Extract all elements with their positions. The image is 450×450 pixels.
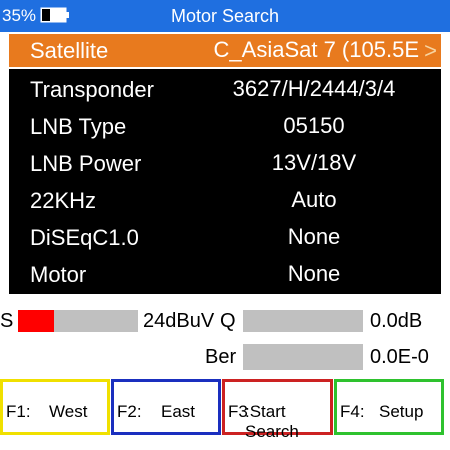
settings-menu: Satellite C_AsiaSat 7 (105.5E > Transpon… xyxy=(9,32,441,294)
ber-label: Ber xyxy=(205,346,237,368)
row-value: Auto xyxy=(291,187,337,212)
menu-row-satellite[interactable]: Satellite C_AsiaSat 7 (105.5E > xyxy=(9,32,441,69)
fkey-label: :Start Search xyxy=(245,402,299,441)
fkey-label: West xyxy=(49,402,88,421)
signal-strength-fill xyxy=(18,310,54,332)
row-value: None xyxy=(287,261,341,286)
signal-quality-value: 0.0dB xyxy=(370,310,423,332)
row-value: None xyxy=(287,224,341,249)
signal-quality-label: Q xyxy=(220,310,236,332)
row-value: 3627/H/2444/3/4 xyxy=(232,76,396,101)
signal-strength-label: S xyxy=(0,310,14,332)
menu-row-lnb-type[interactable]: LNB Type 05150 xyxy=(9,108,441,145)
chevron-right-icon[interactable]: > xyxy=(424,38,437,64)
signal-quality-bar xyxy=(243,310,363,332)
signal-panel: S 24dBuV Q 0.0dB Ber 0.0E-0 xyxy=(0,300,450,380)
fkey-number: F1: xyxy=(6,402,31,421)
fkey-number: F2: xyxy=(117,402,142,421)
row-label: DiSEqC1.0 xyxy=(30,225,139,250)
f4-setup-button[interactable]: F4: Setup xyxy=(334,379,444,435)
fkey-label: Setup xyxy=(379,402,424,421)
signal-strength-bar xyxy=(18,310,138,332)
row-label: LNB Type xyxy=(30,114,127,139)
menu-row-diseqc[interactable]: DiSEqC1.0 None xyxy=(9,219,441,256)
fkey-number: F4: xyxy=(340,402,365,421)
title-bar: 35% Motor Search xyxy=(0,0,450,32)
fkey-label: East xyxy=(161,402,196,421)
ber-value: 0.0E-0 xyxy=(370,346,429,368)
function-keys: F1: West F2: East F3 :Start Search F4: S… xyxy=(0,379,450,441)
menu-row-transponder[interactable]: Transponder 3627/H/2444/3/4 xyxy=(9,71,441,108)
f1-west-button[interactable]: F1: West xyxy=(0,379,110,435)
row-value: 13V/18V xyxy=(271,150,357,175)
menu-row-22khz[interactable]: 22KHz Auto xyxy=(9,182,441,219)
row-label: Motor xyxy=(30,262,87,287)
ber-bar xyxy=(243,344,363,370)
page-title: Motor Search xyxy=(170,6,280,26)
row-value: C_AsiaSat 7 (105.5E xyxy=(213,37,419,62)
row-value: 05150 xyxy=(283,113,345,138)
row-label: 22KHz xyxy=(30,188,97,213)
f2-east-button[interactable]: F2: East xyxy=(111,379,221,435)
row-label: Satellite xyxy=(30,38,109,63)
row-label: LNB Power xyxy=(30,151,142,176)
signal-strength-value: 24dBuV xyxy=(143,310,215,332)
menu-row-motor[interactable]: Motor None xyxy=(9,256,441,293)
menu-row-lnb-power[interactable]: LNB Power 13V/18V xyxy=(9,145,441,182)
row-label: Transponder xyxy=(30,77,154,102)
f3-start-search-button[interactable]: F3 :Start Search xyxy=(222,379,333,441)
